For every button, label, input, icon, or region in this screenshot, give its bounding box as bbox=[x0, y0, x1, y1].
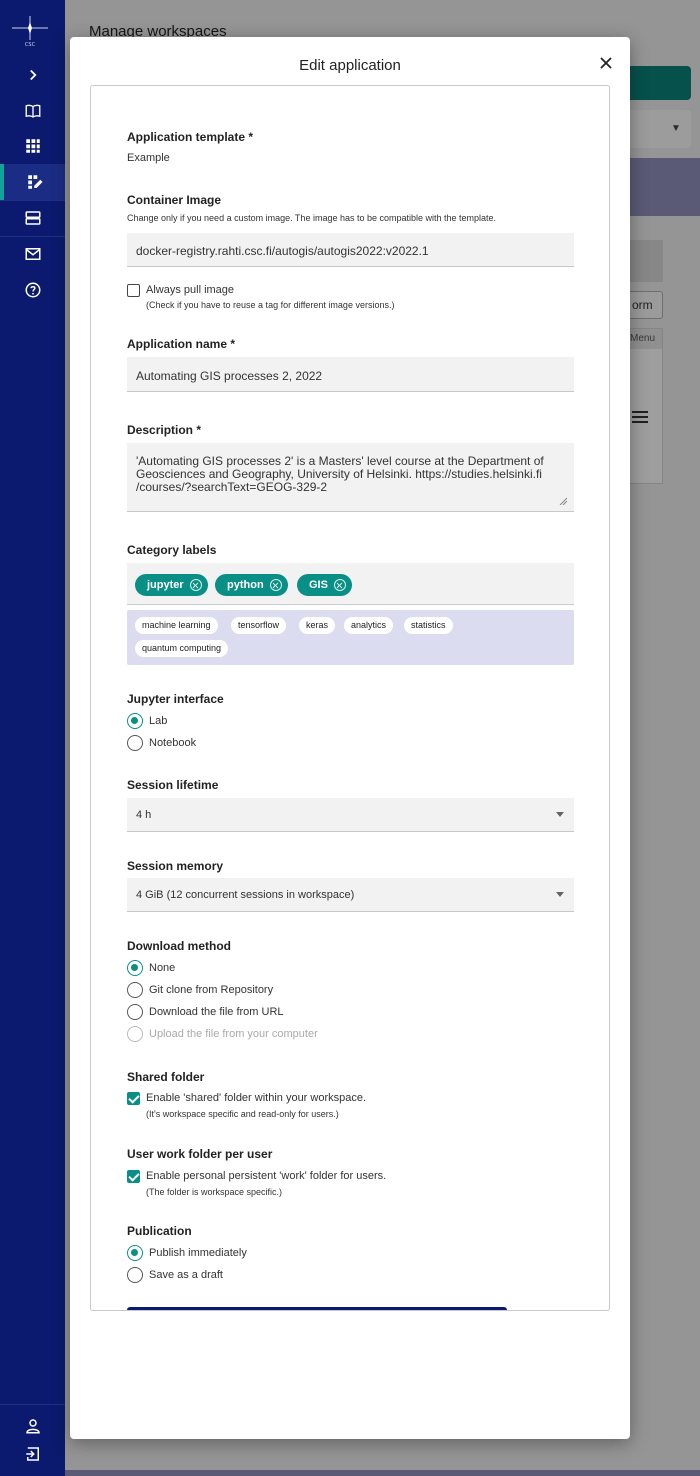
radio-notebook[interactable] bbox=[127, 735, 143, 751]
chevron-down-icon bbox=[556, 811, 564, 817]
container-image-label: Container Image bbox=[127, 193, 222, 207]
work-folder-checkbox[interactable] bbox=[127, 1170, 140, 1183]
work-folder-label: User work folder per user bbox=[127, 1147, 273, 1161]
help-icon bbox=[25, 282, 40, 298]
mail-icon bbox=[25, 248, 40, 260]
always-pull-label: Always pull image bbox=[146, 284, 235, 296]
template-label: Application template * bbox=[127, 130, 254, 144]
shared-folder-checkbox-label: Enable 'shared' folder within your works… bbox=[146, 1092, 367, 1104]
template-value: Example bbox=[127, 152, 170, 164]
work-folder-checkbox-label: Enable personal persistent 'work' folder… bbox=[146, 1170, 387, 1182]
edit-application-dialog: Edit application Application template * … bbox=[70, 37, 630, 1439]
dialog-title: Edit application bbox=[299, 57, 401, 74]
radio-notebook-label: Notebook bbox=[149, 737, 197, 749]
sidebar-item-sessions[interactable] bbox=[0, 200, 65, 236]
radio-lab-label: Lab bbox=[149, 715, 168, 727]
application-form: Application template * Example Container… bbox=[90, 85, 610, 1311]
radio-publish-immediately-label: Publish immediately bbox=[149, 1247, 247, 1259]
close-button[interactable] bbox=[596, 53, 616, 73]
radio-git-clone-label: Git clone from Repository bbox=[149, 984, 274, 996]
always-pull-checkbox[interactable] bbox=[127, 284, 140, 297]
radio-git-clone[interactable] bbox=[127, 982, 143, 998]
app-name-label: Application name * bbox=[127, 337, 236, 351]
logo-text: CSC bbox=[25, 42, 36, 48]
user-icon bbox=[25, 1419, 40, 1434]
shared-folder-label: Shared folder bbox=[127, 1070, 205, 1084]
description-label: Description * bbox=[127, 423, 202, 437]
description-textarea[interactable]: 'Automating GIS processes 2' is a Master… bbox=[127, 443, 574, 512]
server-icon bbox=[25, 211, 40, 225]
session-memory-label: Session memory bbox=[127, 859, 224, 873]
session-lifetime-label: Session lifetime bbox=[127, 778, 219, 792]
shared-folder-hint: (It's workspace specific and read-only f… bbox=[146, 1109, 339, 1119]
category-chip-gis[interactable]: GIS bbox=[297, 574, 352, 596]
sidebar-item-catalog[interactable] bbox=[0, 93, 65, 129]
sidebar-item-messages[interactable] bbox=[0, 236, 65, 272]
edit-grid-icon bbox=[27, 175, 42, 189]
suggestion-tag[interactable]: analytics bbox=[344, 617, 394, 634]
grid-icon bbox=[25, 139, 40, 153]
book-icon bbox=[25, 104, 40, 118]
remove-chip-icon[interactable] bbox=[269, 579, 282, 591]
radio-download-url[interactable] bbox=[127, 1004, 143, 1020]
shared-folder-checkbox[interactable] bbox=[127, 1092, 140, 1105]
suggestion-tag[interactable]: quantum computing bbox=[135, 640, 229, 657]
sidebar: CSC bbox=[0, 0, 65, 1476]
container-image-input[interactable]: docker-registry.rahti.csc.fi/autogis/aut… bbox=[127, 233, 574, 267]
radio-download-none-label: None bbox=[149, 962, 176, 974]
publication-label: Publication bbox=[127, 1224, 192, 1238]
work-folder-hint: (The folder is workspace specific.) bbox=[146, 1187, 283, 1197]
download-method-label: Download method bbox=[127, 939, 231, 953]
session-memory-select[interactable]: 4 GiB (12 concurrent sessions in workspa… bbox=[127, 878, 574, 912]
radio-lab[interactable] bbox=[127, 713, 143, 729]
radio-save-draft-label: Save as a draft bbox=[149, 1269, 223, 1281]
radio-publish-immediately[interactable] bbox=[127, 1245, 143, 1261]
radio-upload-file bbox=[127, 1026, 143, 1042]
radio-download-url-label: Download the file from URL bbox=[149, 1006, 284, 1018]
remove-chip-icon[interactable] bbox=[333, 579, 346, 591]
container-image-hint: Change only if you need a custom image. … bbox=[127, 213, 497, 223]
submit-button[interactable] bbox=[127, 1307, 507, 1310]
resize-handle-icon[interactable] bbox=[559, 497, 567, 505]
close-icon bbox=[600, 57, 612, 69]
session-lifetime-select[interactable]: 4 h bbox=[127, 798, 574, 832]
app-name-input[interactable]: Automating GIS processes 2, 2022 bbox=[127, 357, 574, 392]
radio-upload-file-label: Upload the file from your computer bbox=[149, 1028, 318, 1040]
always-pull-hint: (Check if you have to reuse a tag for di… bbox=[146, 300, 395, 310]
suggestion-tag[interactable]: statistics bbox=[404, 617, 453, 634]
category-labels-label: Category labels bbox=[127, 543, 217, 557]
sidebar-expand-button[interactable] bbox=[0, 57, 65, 93]
sidebar-item-logout[interactable] bbox=[0, 1436, 65, 1472]
jupyter-interface-label: Jupyter interface bbox=[127, 692, 224, 706]
radio-download-none[interactable] bbox=[127, 960, 143, 976]
sidebar-item-manage-workspaces[interactable] bbox=[0, 164, 65, 200]
radio-save-draft[interactable] bbox=[127, 1267, 143, 1283]
category-suggestions: machine learning tensorflow keras analyt… bbox=[127, 610, 574, 665]
category-chip-jupyter[interactable]: jupyter bbox=[135, 574, 208, 596]
category-chip-python[interactable]: python bbox=[215, 574, 288, 596]
sidebar-item-help[interactable] bbox=[0, 272, 65, 308]
chevron-right-icon bbox=[29, 69, 37, 81]
csc-logo: CSC bbox=[10, 14, 50, 48]
suggestion-tag[interactable]: machine learning bbox=[135, 617, 218, 634]
sidebar-item-workspaces[interactable] bbox=[0, 128, 65, 164]
remove-chip-icon[interactable] bbox=[189, 579, 202, 591]
suggestion-tag[interactable]: keras bbox=[299, 617, 336, 634]
logout-icon bbox=[25, 1447, 39, 1461]
category-selected-area[interactable]: jupyter python GIS bbox=[127, 563, 574, 605]
chevron-down-icon bbox=[556, 891, 564, 897]
suggestion-tag[interactable]: tensorflow bbox=[231, 617, 287, 634]
